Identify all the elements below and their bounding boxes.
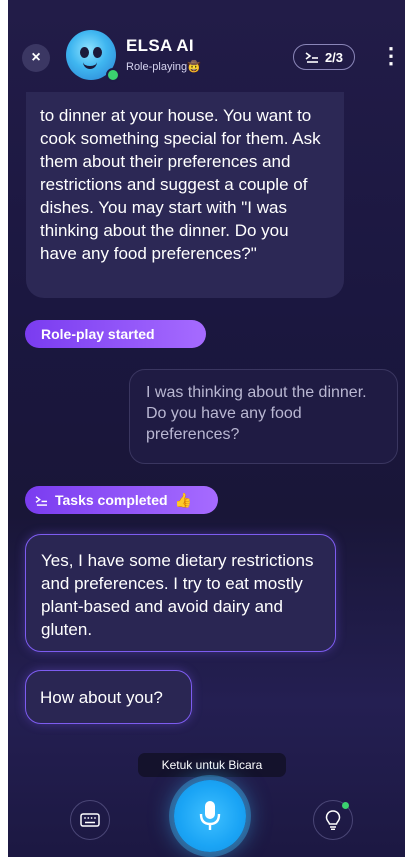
lightbulb-icon [325, 810, 341, 830]
ai-reply-bubble: Yes, I have some dietary restrictions an… [25, 534, 336, 652]
hint-notification-dot [342, 802, 349, 809]
task-progress-count: 2/3 [324, 49, 344, 65]
more-options-button[interactable]: ⋮ [380, 43, 402, 69]
tasks-completed-label: Tasks completed [55, 492, 168, 508]
cowboy-emoji-icon: 🤠 [187, 61, 201, 73]
close-button[interactable]: × [22, 44, 50, 72]
thumbs-up-icon: 👍 [174, 491, 192, 508]
ai-reply-bubble: How about you? [25, 670, 192, 724]
chat-screen: × ELSA AI Role-playing🤠 2/3 ⋮ to dinner … [8, 0, 405, 857]
more-vert-icon: ⋮ [380, 43, 402, 68]
keyboard-button[interactable] [70, 800, 110, 840]
online-status-dot [106, 68, 120, 82]
tap-to-speak-tooltip: Ketuk untuk Bicara [138, 753, 286, 777]
ai-instruction-bubble: to dinner at your house. You want to coo… [26, 92, 344, 298]
user-message-bubble: I was thinking about the dinner. Do you … [129, 369, 398, 464]
roleplay-started-badge: Role-play started [25, 320, 206, 348]
keyboard-icon [80, 813, 100, 827]
task-progress-button[interactable]: 2/3 [293, 44, 355, 70]
tasks-completed-badge: Tasks completed 👍 [25, 486, 218, 514]
microphone-button[interactable] [174, 780, 246, 852]
page-title: ELSA AI [126, 36, 194, 55]
checklist-icon [305, 52, 318, 63]
mode-subtitle: Role-playing🤠 [126, 60, 201, 73]
microphone-icon [199, 801, 221, 830]
mode-label: Role-playing [126, 61, 188, 73]
checklist-icon [35, 495, 47, 506]
close-icon: × [31, 49, 41, 66]
